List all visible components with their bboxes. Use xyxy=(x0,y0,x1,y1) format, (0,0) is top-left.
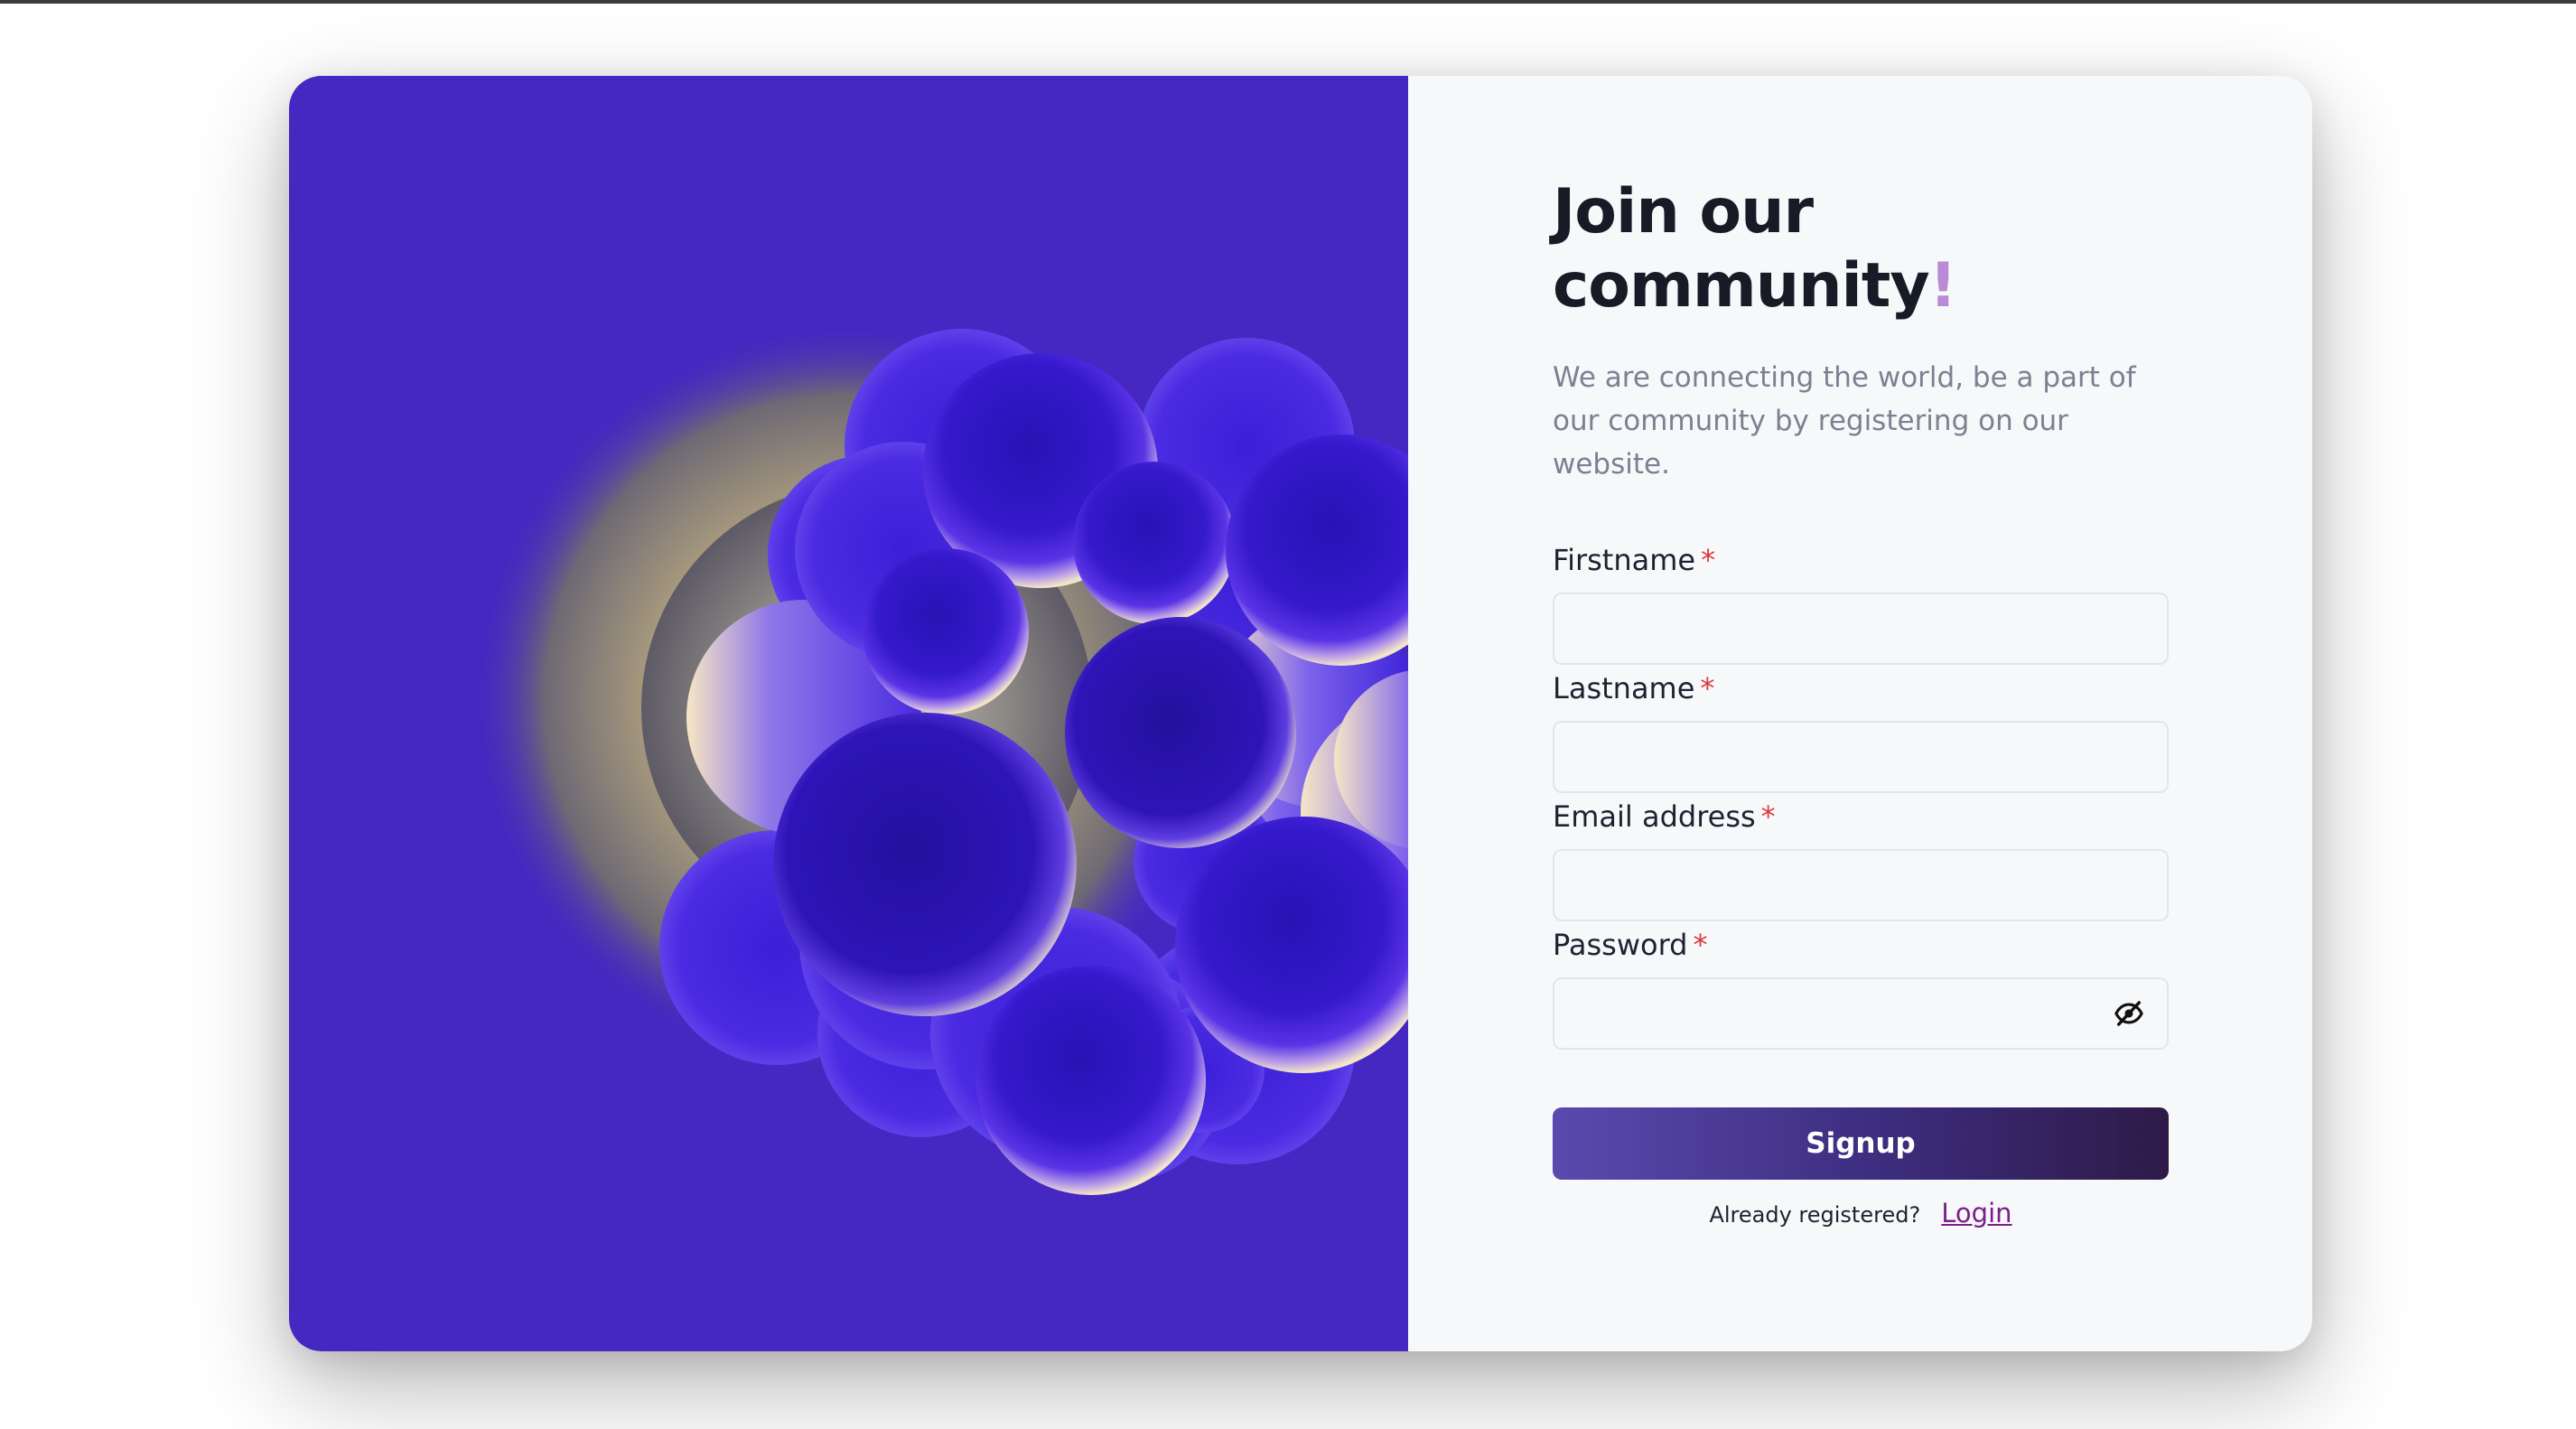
password-input-box xyxy=(1553,977,2169,1050)
firstname-field: Firstname * xyxy=(1553,542,2169,665)
login-link[interactable]: Login xyxy=(1941,1198,2011,1228)
email-label: Email address * xyxy=(1553,799,2169,835)
lastname-label-text: Lastname xyxy=(1553,671,1695,705)
login-prompt: Already registered? Login xyxy=(1553,1198,2169,1228)
lastname-label: Lastname * xyxy=(1553,670,2169,706)
lastname-input-box xyxy=(1553,721,2169,793)
email-label-text: Email address xyxy=(1553,799,1756,834)
page-title: Join our community! xyxy=(1553,175,2169,323)
illustration-panel xyxy=(289,76,1408,1351)
window-top-border xyxy=(0,0,2576,4)
already-registered-text: Already registered? xyxy=(1709,1202,1921,1228)
signup-button[interactable]: Signup xyxy=(1553,1107,2169,1180)
signup-form: Join our community! We are connecting the… xyxy=(1553,175,2169,1228)
email-input-box xyxy=(1553,849,2169,921)
eye-slash-icon[interactable] xyxy=(2111,995,2147,1032)
required-marker: * xyxy=(1760,799,1776,834)
title-line-1: Join our xyxy=(1553,176,1814,248)
firstname-label: Firstname * xyxy=(1553,542,2169,578)
signup-card: Join our community! We are connecting the… xyxy=(289,76,2312,1351)
password-label-text: Password xyxy=(1553,928,1688,962)
required-marker: * xyxy=(1700,671,1715,705)
firstname-label-text: Firstname xyxy=(1553,543,1696,577)
required-marker: * xyxy=(1701,543,1716,577)
lastname-field: Lastname * xyxy=(1553,670,2169,793)
title-line-2: community xyxy=(1553,250,1930,322)
firstname-input[interactable] xyxy=(1554,594,2167,663)
signup-form-panel: Join our community! We are connecting the… xyxy=(1408,76,2312,1351)
lastname-input[interactable] xyxy=(1554,723,2167,791)
password-input[interactable] xyxy=(1554,979,2167,1048)
password-label: Password * xyxy=(1553,927,2169,963)
password-field: Password * xyxy=(1553,927,2169,1050)
firstname-input-box xyxy=(1553,593,2169,665)
sphere-cluster-illustration xyxy=(470,320,1408,1195)
email-field: Email address * xyxy=(1553,799,2169,921)
page-subtitle: We are connecting the world, be a part o… xyxy=(1553,361,2136,481)
title-accent: ! xyxy=(1928,250,1957,322)
email-input[interactable] xyxy=(1554,851,2167,920)
required-marker: * xyxy=(1693,928,1708,962)
